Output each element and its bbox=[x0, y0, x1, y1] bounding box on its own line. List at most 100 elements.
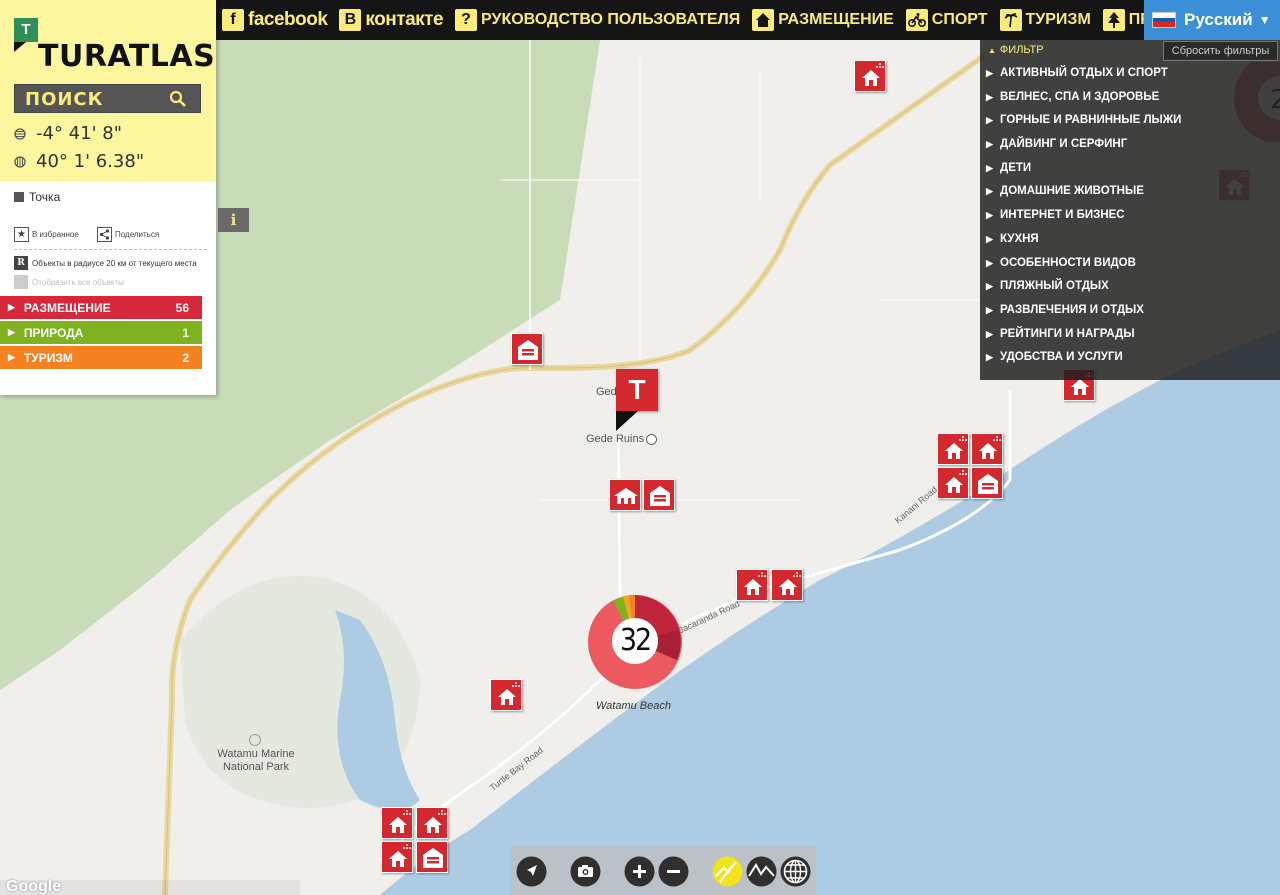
building-marker-icon[interactable] bbox=[416, 841, 448, 873]
triangle-right-icon: ▶ bbox=[986, 210, 993, 221]
filter-item[interactable]: ▶ ВЕЛНЕС, СПА И ЗДОРОВЬЕ bbox=[986, 86, 1181, 110]
language-selector[interactable]: Русский ▼ bbox=[1144, 0, 1280, 40]
guide-link[interactable]: ? РУКОВОДСТВО ПОЛЬЗОВАТЕЛЯ bbox=[449, 0, 746, 40]
info-button[interactable]: i bbox=[218, 208, 249, 232]
share-button[interactable]: Поделиться bbox=[97, 227, 159, 242]
category-name: ПРИРОДА bbox=[23, 325, 84, 340]
hotel-marker-icon[interactable] bbox=[937, 467, 969, 499]
category-bar[interactable]: ▶ ПРИРОДА 1 bbox=[0, 321, 202, 344]
filter-item-label: ВЕЛНЕС, СПА И ЗДОРОВЬЕ bbox=[1000, 90, 1160, 103]
category-bar[interactable]: ▶ РАЗМЕЩЕНИЕ 56 bbox=[0, 296, 202, 319]
facebook-link[interactable]: f facebook bbox=[216, 0, 333, 40]
category-bar[interactable]: ▶ ТУРИЗМ 2 bbox=[0, 346, 202, 369]
watamu-beach-label: Watamu Beach bbox=[596, 700, 672, 712]
filter-item-label: РАЗВЛЕЧЕНИЯ И ОТДЫХ bbox=[1000, 303, 1144, 316]
current-location-pin[interactable]: T bbox=[616, 369, 658, 411]
chevron-down-icon: ▼ bbox=[1258, 13, 1271, 27]
filter-item[interactable]: ▶ ДОМАШНИЕ ЖИВОТНЫЕ bbox=[986, 180, 1181, 204]
vkontakte-link[interactable]: B контакте bbox=[333, 0, 449, 40]
radius-option[interactable]: R Объекты в радиусе 20 км от текущего ме… bbox=[14, 256, 197, 270]
filter-item-label: ПЛЯЖНЫЙ ОТДЫХ bbox=[1000, 280, 1109, 293]
triangle-right-icon: ▶ bbox=[986, 115, 993, 126]
filter-item[interactable]: ▶ КУХНЯ bbox=[986, 228, 1181, 252]
camera-icon[interactable] bbox=[570, 856, 601, 887]
gede-ruins-poi-icon[interactable] bbox=[646, 434, 657, 445]
hotel-marker-icon[interactable] bbox=[490, 679, 522, 711]
building-marker-icon[interactable] bbox=[511, 333, 543, 365]
locate-icon[interactable] bbox=[516, 856, 547, 887]
google-logo: Google bbox=[6, 878, 62, 895]
reset-filters-button[interactable]: Сбросить фильтры bbox=[1163, 41, 1278, 61]
filter-item[interactable]: ▶ РЕЙТИНГИ И НАГРАДЫ bbox=[986, 323, 1181, 347]
cluster-count[interactable]: 32 bbox=[612, 618, 658, 664]
bicycle-icon bbox=[905, 9, 928, 31]
show-all-option[interactable]: Отобразить все объекты bbox=[14, 275, 124, 289]
terrain-layer-icon[interactable] bbox=[746, 856, 777, 887]
russian-flag-icon bbox=[1152, 12, 1176, 28]
triangle-right-icon: ▶ bbox=[986, 68, 993, 78]
filter-item[interactable]: ▶ АКТИВНЫЙ ОТДЫХ И СПОРТ bbox=[986, 62, 1181, 86]
latitude-icon bbox=[14, 127, 26, 140]
filter-item[interactable]: ▶ ОСОБЕННОСТИ ВИДОВ bbox=[986, 252, 1181, 276]
latitude-row: -4° 41' 8" bbox=[14, 123, 122, 144]
brand-box: T TURATLAS -4° 41' 8" 40° 1' 6.38" bbox=[0, 0, 216, 182]
map-toolbar bbox=[511, 846, 816, 895]
triangle-up-icon: ▲ bbox=[988, 46, 996, 55]
triangle-right-icon: ▶ bbox=[986, 304, 993, 315]
longitude-value: 40° 1' 6.38" bbox=[36, 151, 145, 172]
hotel-marker-icon[interactable] bbox=[854, 60, 886, 92]
filter-item[interactable]: ▶ УДОБСТВА И УСЛУГИ bbox=[986, 346, 1181, 370]
hotel-marker-icon[interactable] bbox=[971, 433, 1003, 465]
satellite-layer-icon[interactable] bbox=[780, 856, 811, 887]
filter-item-label: УДОБСТВА И УСЛУГИ bbox=[1000, 351, 1123, 364]
lodge-marker-icon[interactable] bbox=[609, 479, 641, 511]
triangle-right-icon: ▶ bbox=[8, 327, 15, 337]
favorites-button[interactable]: ★ В избранное bbox=[14, 227, 79, 242]
point-label: Точка bbox=[29, 190, 61, 204]
longitude-row: 40° 1' 6.38" bbox=[14, 151, 144, 172]
logo-icon[interactable]: T bbox=[14, 18, 38, 42]
accommodation-link[interactable]: РАЗМЕЩЕНИЕ bbox=[746, 0, 900, 40]
hotel-marker-icon[interactable] bbox=[937, 433, 969, 465]
filter-item-label: АКТИВНЫЙ ОТДЫХ И СПОРТ bbox=[1000, 67, 1168, 79]
gede-ruins-label[interactable]: Gede Ruins bbox=[586, 433, 644, 446]
filter-item[interactable]: ▶ РАЗВЛЕЧЕНИЯ И ОТДЫХ bbox=[986, 299, 1181, 323]
filter-item[interactable]: ▶ ДЕТИ bbox=[986, 157, 1181, 181]
park-poi-icon bbox=[249, 734, 261, 746]
logo-text[interactable]: TURATLAS bbox=[38, 40, 215, 74]
star-icon: ★ bbox=[14, 227, 29, 242]
radius-icon: R bbox=[14, 256, 28, 270]
triangle-right-icon: ▶ bbox=[8, 302, 15, 312]
divider bbox=[14, 249, 207, 250]
hotel-marker-icon[interactable] bbox=[381, 807, 413, 839]
filter-item[interactable]: ▶ ИНТЕРНЕТ И БИЗНЕС bbox=[986, 204, 1181, 228]
sport-link[interactable]: СПОРТ bbox=[900, 0, 994, 40]
building-marker-icon[interactable] bbox=[971, 467, 1003, 499]
hotel-marker-icon[interactable] bbox=[771, 569, 803, 601]
hotel-marker-icon[interactable] bbox=[416, 807, 448, 839]
category-name: РАЗМЕЩЕНИЕ bbox=[23, 300, 111, 315]
accommodation-label: РАЗМЕЩЕНИЕ bbox=[778, 11, 894, 28]
zoom-in-icon[interactable] bbox=[624, 856, 655, 887]
show-all-icon bbox=[14, 275, 28, 289]
search-icon[interactable] bbox=[168, 89, 188, 109]
triangle-right-icon: ▶ bbox=[986, 186, 993, 197]
filter-item[interactable]: ▶ ГОРНЫЕ И РАВНИННЫЕ ЛЫЖИ bbox=[986, 109, 1181, 133]
filter-item[interactable]: ▶ ДАЙВИНГ И СЕРФИНГ bbox=[986, 133, 1181, 157]
building-marker-icon[interactable] bbox=[643, 479, 675, 511]
zoom-out-icon[interactable] bbox=[658, 856, 689, 887]
triangle-right-icon: ▶ bbox=[986, 281, 993, 292]
house-icon bbox=[752, 9, 775, 31]
park-label: Watamu Marine National Park bbox=[217, 748, 295, 773]
latitude-value: -4° 41' 8" bbox=[36, 123, 122, 144]
hotel-marker-icon[interactable] bbox=[736, 569, 768, 601]
filter-item[interactable]: ▶ ПЛЯЖНЫЙ ОТДЫХ bbox=[986, 275, 1181, 299]
filter-toggle[interactable]: ▲ ФИЛЬТР bbox=[988, 44, 1044, 56]
hotel-marker-icon[interactable] bbox=[381, 841, 413, 873]
tourism-link[interactable]: ТУРИЗМ bbox=[994, 0, 1097, 40]
point-square-icon bbox=[14, 192, 24, 202]
search-input[interactable] bbox=[25, 89, 165, 109]
filter-title: ФИЛЬТР bbox=[999, 44, 1044, 56]
roadmap-layer-icon[interactable] bbox=[712, 856, 743, 887]
filter-item-label: ДЕТИ bbox=[1000, 161, 1032, 174]
